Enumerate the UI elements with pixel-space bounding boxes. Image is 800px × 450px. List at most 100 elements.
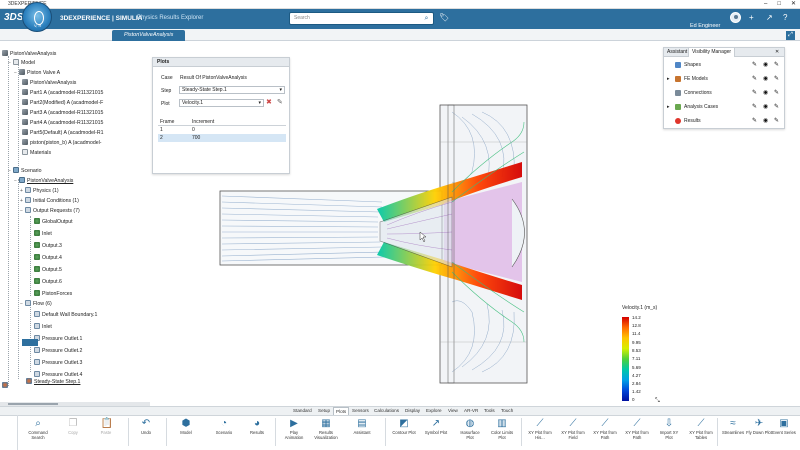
tree-scenario-item[interactable]: − Output Requests (7) bbox=[20, 207, 80, 215]
isosurface-plot-button[interactable]: ◍ Isosurface Plot bbox=[457, 418, 483, 440]
compass-icon[interactable]: V, R bbox=[22, 2, 52, 32]
contour-plot-button[interactable]: ◩ Contour Plot bbox=[391, 418, 417, 436]
tree-flow-item[interactable]: Inlet bbox=[34, 323, 52, 331]
play-animation-button[interactable]: ▶ Play Animation bbox=[281, 418, 307, 440]
tab-view[interactable]: View bbox=[446, 407, 460, 415]
tree-flow[interactable]: − Flow (6) bbox=[20, 300, 52, 308]
tree-output-item[interactable]: GlobalOutput bbox=[34, 218, 73, 226]
tab-standard[interactable]: Standard bbox=[291, 407, 314, 415]
xy-plot-tables-button[interactable]: ⟋ XY Plot from Tables bbox=[688, 418, 714, 440]
results-visualization-button[interactable]: ▦ Results Visualization bbox=[313, 418, 339, 440]
xy-plot-path-button[interactable]: ⟋ XY Plot from Path bbox=[592, 418, 618, 440]
share-icon[interactable]: ↗ bbox=[766, 12, 773, 23]
visibility-row-fe-models[interactable]: ▸ FE Models ✎ ◉ ✎ bbox=[664, 73, 784, 85]
tab-assistant[interactable]: Assistant bbox=[664, 48, 690, 57]
tree-model-item[interactable]: piston(piston_b) A (acadmodel- bbox=[22, 139, 102, 147]
xy-plot-history-button[interactable]: ⟋ XY Plot from His... bbox=[527, 418, 553, 440]
event-series-button[interactable]: ▣ Event Series bbox=[771, 418, 797, 436]
maximize-icon[interactable]: □ bbox=[777, 0, 781, 9]
xy-plot-field-button[interactable]: ⟋ XY Plot from Field bbox=[560, 418, 586, 440]
import-xy-plot-button[interactable]: ⇩ Import XY Plot bbox=[656, 418, 682, 440]
tree-flow-item[interactable]: Pressure Outlet.1 bbox=[34, 335, 82, 343]
eye-icon[interactable]: ◉ bbox=[761, 103, 770, 111]
tab-visibility-manager[interactable]: Visibility Manager bbox=[688, 48, 736, 57]
tree-root[interactable]: PistonValveAnalysis bbox=[2, 50, 56, 58]
tree-scenario-item[interactable]: + Physics (1) bbox=[20, 187, 59, 195]
tree-output-item[interactable]: Output.3 bbox=[34, 242, 62, 250]
add-icon[interactable]: + bbox=[749, 12, 754, 23]
tree-scenario-item[interactable]: + Initial Conditions (1) bbox=[20, 197, 79, 205]
model-button[interactable]: ⬢ Model bbox=[173, 418, 199, 436]
tab-piston-valve-analysis[interactable]: PistonValveAnalysis bbox=[112, 30, 186, 41]
hide-icon[interactable]: ✎ bbox=[772, 61, 781, 69]
eye-icon[interactable]: ◉ bbox=[761, 89, 770, 97]
tree-model-child[interactable]: − Piston Valve A bbox=[14, 69, 60, 77]
table-row[interactable]: 1 0 bbox=[158, 126, 286, 134]
visibility-row-shapes[interactable]: Shapes ✎ ◉ ✎ bbox=[664, 59, 784, 71]
visibility-row-analysis-cases[interactable]: ▸ Analysis Cases ✎ ◉ ✎ bbox=[664, 101, 784, 113]
symbol-plot-button[interactable]: ↗ Symbol Plot bbox=[423, 418, 449, 436]
visibility-row-results[interactable]: Results ✎ ◉ ✎ bbox=[664, 115, 784, 127]
avatar[interactable] bbox=[730, 12, 741, 23]
results-button[interactable]: ◕ Results bbox=[244, 418, 270, 436]
tree-model-item[interactable]: Part5(Default) A (acadmodel-R1 bbox=[22, 129, 104, 137]
tree-model-item[interactable]: Part4 A (acadmodel-R11321015 bbox=[22, 119, 103, 127]
tab-touch[interactable]: Touch bbox=[499, 407, 515, 415]
tab-tools[interactable]: Tools bbox=[482, 407, 497, 415]
streamlines-button[interactable]: ≈ Streamlines bbox=[720, 418, 746, 436]
copy-button[interactable]: ❐ Copy bbox=[60, 418, 86, 436]
tree-scenario-child[interactable]: − PistonValveAnalysis bbox=[14, 177, 73, 185]
tab-display[interactable]: Display bbox=[403, 407, 422, 415]
plot-select[interactable]: Velocity.1 ▾ bbox=[179, 99, 264, 107]
tree-scrollbar-thumb[interactable] bbox=[8, 403, 58, 405]
step-select[interactable]: Steady-State Step.1 ▾ bbox=[179, 86, 285, 94]
tab-ar-vr[interactable]: AR-VR bbox=[462, 407, 480, 415]
tree-model-item[interactable]: Materials bbox=[22, 149, 51, 157]
edit-plot-icon[interactable]: ✎ bbox=[277, 98, 283, 106]
tree-model-item[interactable]: PistonValveAnalysis bbox=[22, 79, 76, 87]
pick-icon[interactable]: ✎ bbox=[750, 103, 759, 111]
tree-model-item[interactable]: Part3 A (acadmodel-R11321015 bbox=[22, 109, 103, 117]
tree-flow-item[interactable]: Default Wall Boundary.1 bbox=[34, 311, 97, 319]
color-limits-plot-button[interactable]: ▥ Color Limits Plot bbox=[489, 418, 515, 440]
pick-icon[interactable]: ✎ bbox=[750, 61, 759, 69]
tag-icon[interactable]: 🏷 bbox=[439, 13, 449, 22]
tree-model-item[interactable]: Part1 A (acadmodel-R11321015 bbox=[22, 89, 103, 97]
tree-step[interactable]: Steady-State Step.1 bbox=[26, 378, 80, 386]
tree-result[interactable] bbox=[2, 382, 10, 390]
tab-explore[interactable]: Explore bbox=[424, 407, 444, 415]
pick-icon[interactable]: ✎ bbox=[750, 89, 759, 97]
paste-button[interactable]: 📋 Paste bbox=[93, 418, 119, 436]
expand-icon[interactable]: ⤢ bbox=[786, 31, 795, 40]
tree-output-item[interactable]: Output.5 bbox=[34, 266, 62, 274]
search-input[interactable]: Search bbox=[289, 12, 434, 25]
tab-sensors[interactable]: Sensors bbox=[350, 407, 371, 415]
tab-calculations[interactable]: Calculations bbox=[372, 407, 401, 415]
hide-icon[interactable]: ✎ bbox=[772, 89, 781, 97]
legend-settings-icon[interactable]: ⤡ bbox=[655, 398, 660, 405]
tab-plots[interactable]: Plots bbox=[333, 407, 350, 415]
scenario-button[interactable]: ◔ Scenario bbox=[211, 418, 237, 436]
expand-icon[interactable]: ▸ bbox=[667, 101, 670, 113]
expand-icon[interactable]: ▸ bbox=[667, 73, 670, 85]
eye-icon[interactable]: ◉ bbox=[761, 117, 770, 125]
tree-output-item[interactable]: PistonForces bbox=[34, 290, 72, 298]
help-icon[interactable]: ? bbox=[783, 12, 787, 23]
hide-icon[interactable]: ✎ bbox=[772, 103, 781, 111]
close-icon[interactable]: ✕ bbox=[772, 48, 782, 57]
search-icon[interactable]: ⌕ bbox=[421, 13, 432, 24]
xy-plot-path-button-2[interactable]: ⟋ XY Plot from Path bbox=[624, 418, 650, 440]
pick-icon[interactable]: ✎ bbox=[750, 75, 759, 83]
visibility-row-connections[interactable]: Connections ✎ ◉ ✎ bbox=[664, 87, 784, 99]
eye-icon[interactable]: ◉ bbox=[761, 75, 770, 83]
tree-model[interactable]: − Model bbox=[8, 59, 35, 67]
tab-setup[interactable]: Setup bbox=[316, 407, 332, 415]
tree-output-item[interactable]: Inlet bbox=[34, 230, 52, 238]
tree-output-item[interactable]: Output.4 bbox=[34, 254, 62, 262]
table-row[interactable]: 2 700 bbox=[158, 134, 286, 142]
eye-icon[interactable]: ◉ bbox=[761, 61, 770, 69]
tree-model-item[interactable]: Part2(Modified) A (acadmodel-F bbox=[22, 99, 103, 107]
velocity-legend[interactable]: Velocity.1 (m_s) 14.2 12.8 11.4 9.95 8.5… bbox=[622, 305, 682, 405]
tree-flow-item[interactable]: Pressure Outlet.3 bbox=[34, 359, 82, 367]
fly-down-plot-button[interactable]: ✈ Fly Down Plot bbox=[746, 418, 772, 436]
